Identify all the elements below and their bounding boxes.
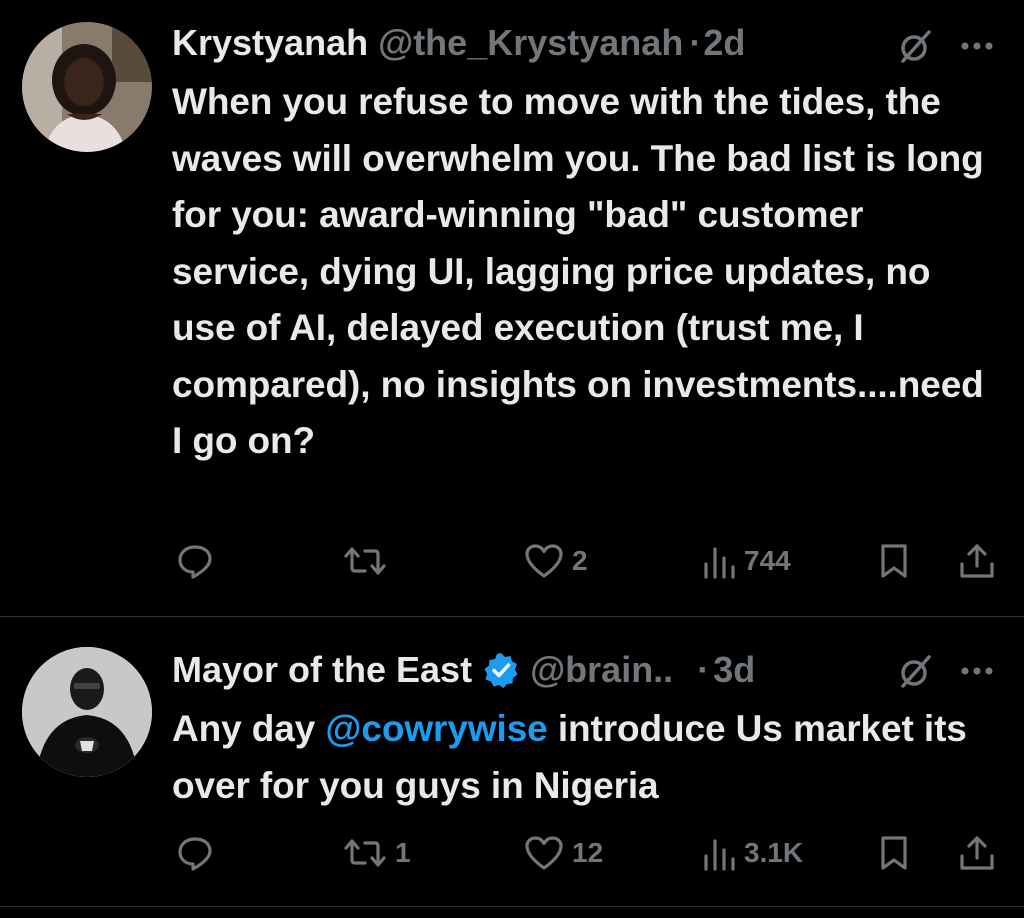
more-icon[interactable] — [958, 661, 998, 681]
timestamp[interactable]: 2d — [703, 22, 745, 64]
like-icon — [524, 542, 564, 580]
like-count: 2 — [572, 545, 588, 576]
reply-icon — [176, 542, 214, 580]
avatar[interactable] — [22, 22, 152, 152]
views-icon — [702, 542, 738, 580]
bookmark-button[interactable] — [878, 834, 910, 872]
share-icon — [958, 542, 996, 580]
mention-link[interactable]: @cowrywise — [325, 708, 547, 749]
views-count: 744 — [744, 545, 791, 576]
tweet-text-part: Any day — [172, 708, 326, 749]
tweet-header: Krystyanah @the_Krystyanah · 2d — [172, 18, 1004, 68]
views-button[interactable]: 3.1K — [702, 834, 803, 872]
share-button[interactable] — [958, 542, 996, 580]
author-name[interactable]: Krystyanah — [172, 22, 368, 64]
tweet-text: Any day @cowrywise introduce Us market i… — [172, 701, 1002, 814]
views-icon — [702, 834, 738, 872]
separator-dot: · — [697, 649, 710, 690]
bookmark-icon — [878, 542, 910, 580]
repost-button[interactable] — [343, 542, 395, 580]
like-button[interactable]: 12 — [524, 834, 603, 872]
separator-dot: · — [689, 22, 702, 63]
author-handle[interactable]: @brain.. — [530, 649, 673, 691]
like-count: 12 — [572, 837, 604, 868]
like-icon — [524, 834, 564, 872]
reply-button[interactable] — [176, 542, 214, 580]
repost-button[interactable]: 1 — [343, 834, 411, 872]
timestamp[interactable]: 3d — [713, 649, 755, 691]
avatar[interactable] — [22, 647, 152, 777]
repost-icon — [343, 834, 387, 872]
author-name[interactable]: Mayor of the East — [172, 649, 472, 691]
views-count: 3.1K — [744, 837, 804, 868]
author-handle[interactable]: @the_Krystyanah — [378, 22, 683, 64]
views-button[interactable]: 744 — [702, 542, 791, 580]
reply-button[interactable] — [176, 834, 214, 872]
tweet-item[interactable]: Krystyanah @the_Krystyanah · 2d When you… — [0, 0, 1024, 616]
repost-icon — [343, 542, 387, 580]
share-button[interactable] — [958, 834, 996, 872]
bookmark-button[interactable] — [878, 542, 910, 580]
share-icon — [958, 834, 996, 872]
bookmark-icon — [878, 834, 910, 872]
repost-count: 1 — [395, 837, 411, 868]
reply-icon — [176, 834, 214, 872]
like-button[interactable]: 2 — [524, 542, 588, 580]
more-icon[interactable] — [958, 36, 998, 56]
tweet-item[interactable]: Mayor of the East @brain.. · 3d Any day … — [0, 617, 1024, 907]
tweet-header: Mayor of the East @brain.. · 3d — [172, 645, 1004, 695]
grok-icon[interactable] — [895, 651, 935, 691]
tweet-text: When you refuse to move with the tides, … — [172, 81, 984, 461]
tweet-divider — [0, 906, 1024, 907]
verified-badge-icon — [482, 651, 520, 689]
grok-icon[interactable] — [895, 26, 935, 66]
